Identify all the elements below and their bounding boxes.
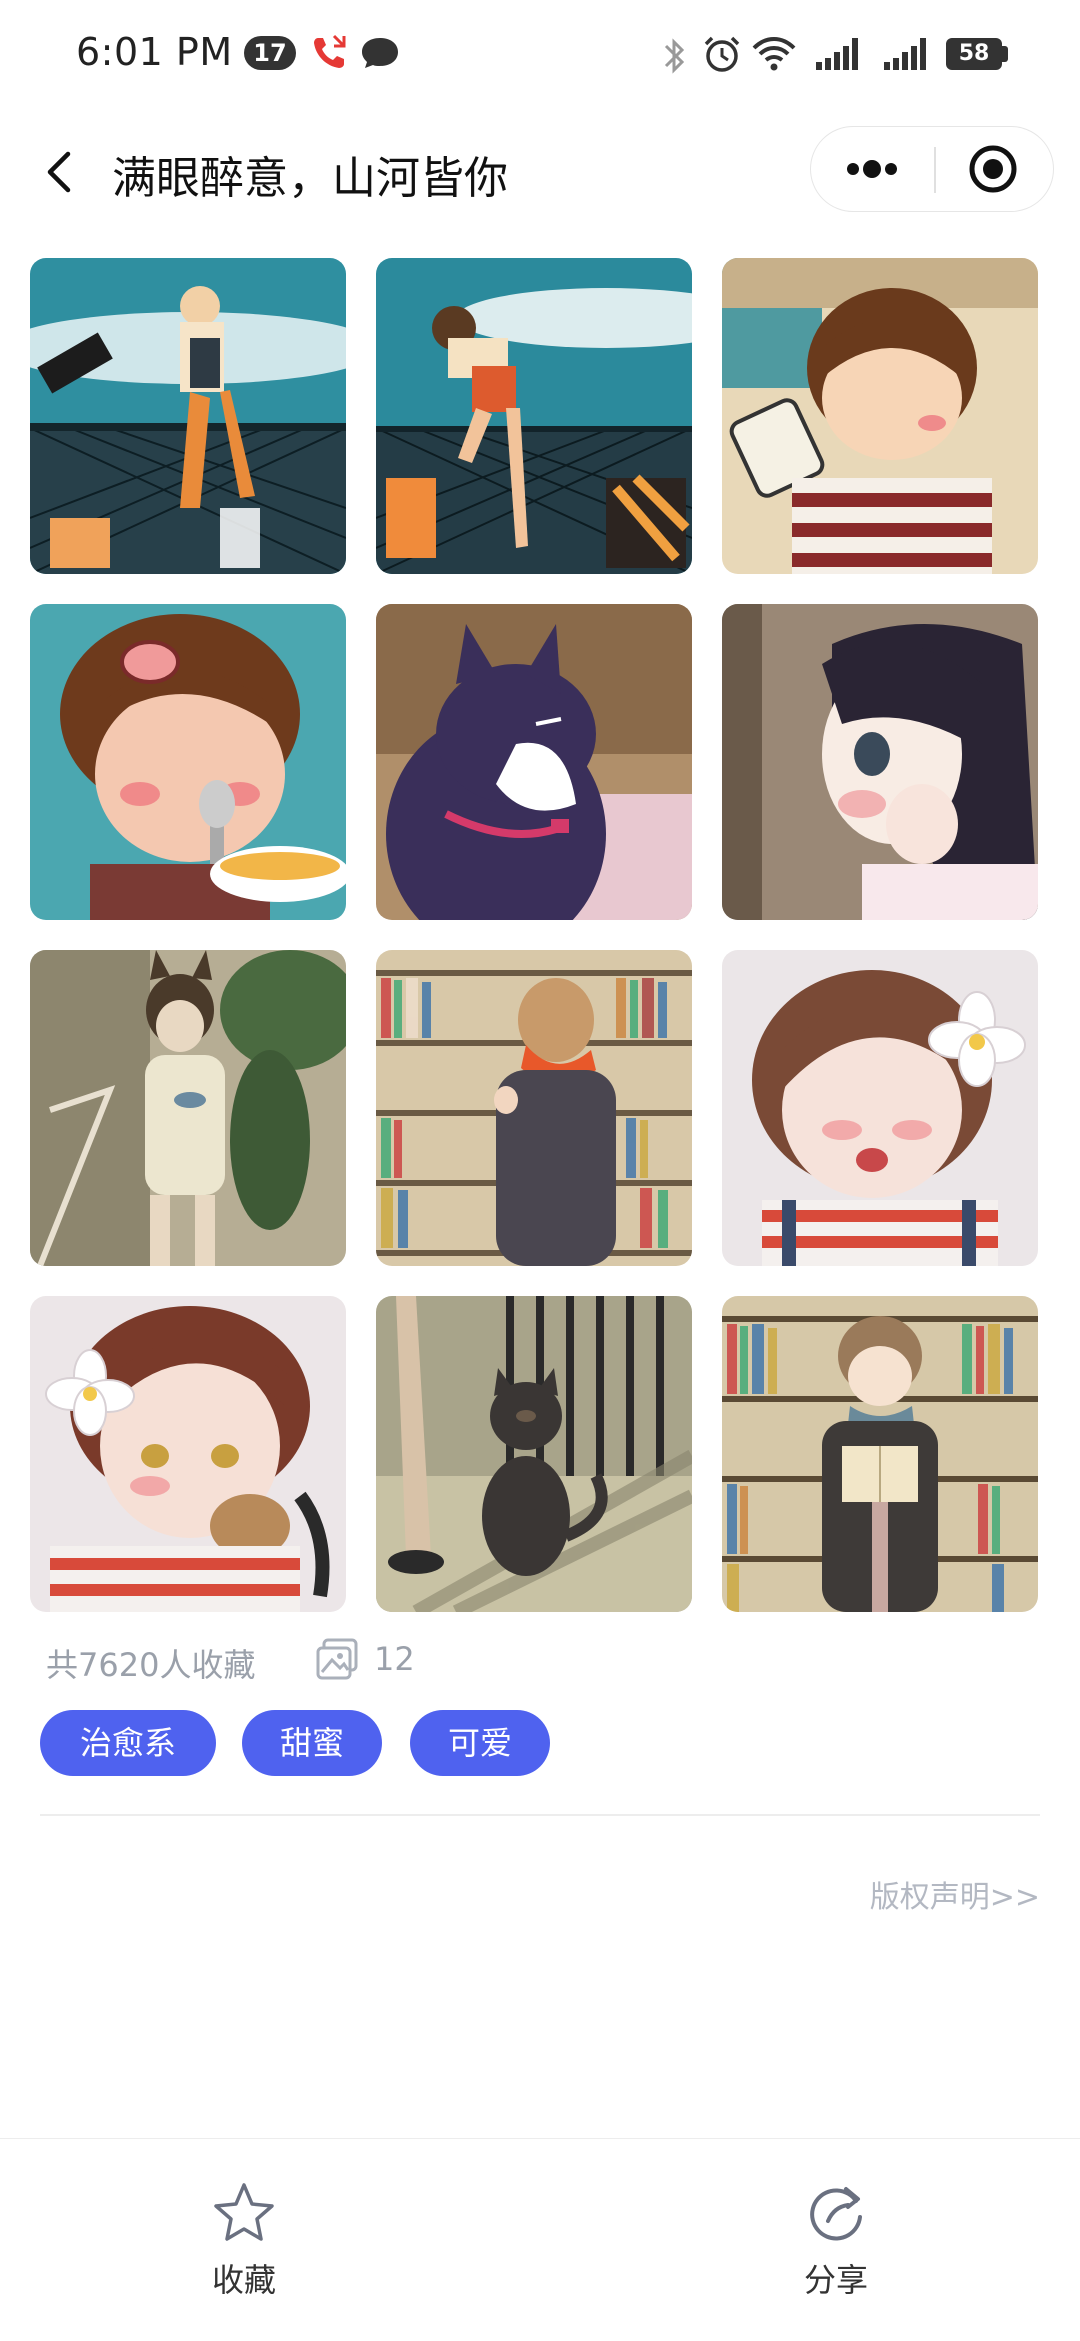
favorite-label: 收藏 (211, 2261, 276, 2299)
image-thumb-10[interactable] (30, 1296, 346, 1612)
copyright-link[interactable]: 版权声明>> (870, 1872, 1040, 1916)
chevron-left-icon[interactable] (34, 142, 86, 202)
divider (40, 1814, 1040, 1816)
illustration-cat-ear-girl-yawning (30, 950, 346, 1266)
image-count: 12 (374, 1640, 415, 1678)
illustration-girl-white-flower-hair (722, 950, 1038, 1266)
image-thumb-1[interactable] (30, 258, 346, 574)
image-gallery-icon (316, 1638, 358, 1680)
share-refresh-icon (810, 2187, 862, 2241)
signal-icon (816, 38, 858, 70)
target-circle-icon (969, 145, 1017, 193)
wifi-icon (752, 37, 796, 71)
image-thumb-7[interactable] (30, 950, 346, 1266)
share-label: 分享 (803, 2261, 868, 2299)
illustration-black-white-cat (376, 604, 692, 920)
illustration-airplane-fence-girl (30, 258, 346, 574)
more-button[interactable] (811, 127, 933, 211)
illustration-black-cat-sunlight (376, 1296, 692, 1612)
notification-badge: 17 (244, 36, 296, 70)
illustration-girl-profile-hands-cheek (722, 604, 1038, 920)
bottom-action-bar: 收藏 分享 (0, 2138, 1080, 2341)
favorite-count: 共7620人收藏 (46, 1646, 256, 1684)
message-icon (362, 38, 398, 68)
tag-sweet[interactable]: 甜蜜 (242, 1710, 382, 1776)
illustration-girl-eating-crying (30, 604, 346, 920)
image-thumb-4[interactable] (30, 604, 346, 920)
image-thumb-3[interactable] (722, 258, 1038, 574)
image-thumb-2[interactable] (376, 258, 692, 574)
tag-cute[interactable]: 可爱 (410, 1710, 550, 1776)
nav-header: 满眼醉意，山河皆你 (0, 108, 1080, 232)
battery-tip (1002, 46, 1008, 62)
alarm-icon (704, 36, 740, 72)
illustration-boy-reading-bookshelf (722, 1296, 1038, 1612)
image-thumb-11[interactable] (376, 1296, 692, 1612)
image-thumb-5[interactable] (376, 604, 692, 920)
status-time: 6:01 PM (76, 30, 233, 74)
status-bar: 6:01 PM 17 58 (0, 0, 1080, 108)
image-thumb-12[interactable] (722, 1296, 1038, 1612)
favorite-button[interactable]: 收藏 (144, 2179, 344, 2309)
share-button[interactable]: 分享 (736, 2179, 936, 2309)
illustration-airplane-fence-climbing-girl (376, 258, 692, 574)
star-icon (214, 2183, 274, 2241)
battery-icon: 58 (946, 38, 1002, 70)
collection-meta: 共7620人收藏 12 (46, 1636, 746, 1686)
more-dots-icon (847, 160, 897, 178)
illustration-boy-white-flower-hair (30, 1296, 346, 1612)
image-thumb-8[interactable] (376, 950, 692, 1266)
bluetooth-icon (664, 38, 685, 74)
page-title: 满眼醉意，山河皆你 (112, 153, 508, 204)
illustration-girl-bookshelf-orange-scarf (376, 950, 692, 1266)
mini-program-capsule (810, 126, 1054, 212)
image-thumb-9[interactable] (722, 950, 1038, 1266)
tag-healing[interactable]: 治愈系 (40, 1710, 216, 1776)
signal-icon-2 (884, 38, 926, 70)
image-thumb-6[interactable] (722, 604, 1038, 920)
illustration-boy-drinking-cup (722, 258, 1038, 574)
missed-call-icon (314, 34, 346, 68)
close-button[interactable] (935, 127, 1053, 211)
